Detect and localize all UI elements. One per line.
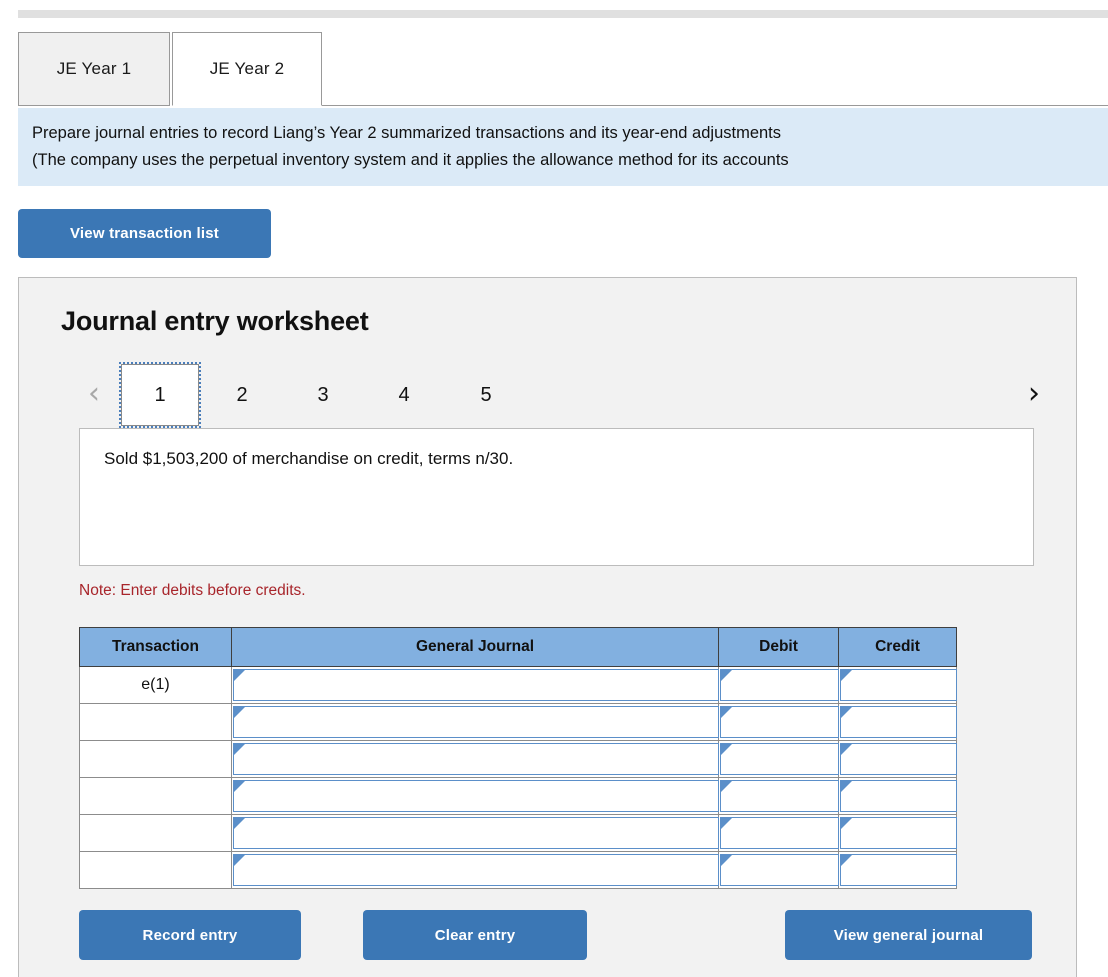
cell-credit[interactable]	[838, 851, 957, 889]
cell-debit[interactable]	[718, 777, 839, 815]
clear-entry-button[interactable]: Clear entry	[363, 910, 587, 960]
table-row	[79, 703, 957, 741]
general-journal-select[interactable]	[233, 669, 719, 701]
cell-general-journal[interactable]	[231, 851, 719, 889]
pager-page-3[interactable]: 3	[284, 364, 362, 426]
cell-debit[interactable]	[718, 814, 839, 852]
cell-general-journal[interactable]	[231, 777, 719, 815]
chevron-right-icon[interactable]: ›	[1017, 372, 1051, 416]
table-header-row: Transaction General Journal Debit Credit	[79, 627, 957, 667]
debit-input[interactable]	[720, 743, 839, 775]
general-journal-select[interactable]	[233, 706, 719, 738]
debit-input[interactable]	[720, 706, 839, 738]
column-header-credit: Credit	[838, 627, 957, 667]
tab-je-year-2-label: JE Year 2	[209, 59, 285, 78]
general-journal-select[interactable]	[233, 780, 719, 812]
cell-credit[interactable]	[838, 777, 957, 815]
credit-input[interactable]	[840, 854, 957, 886]
debit-input[interactable]	[720, 780, 839, 812]
general-journal-select[interactable]	[233, 817, 719, 849]
credit-input[interactable]	[840, 817, 957, 849]
column-header-general-journal: General Journal	[231, 627, 719, 667]
chevron-left-icon[interactable]: ‹	[77, 372, 111, 416]
journal-entry-table: Transaction General Journal Debit Credit…	[79, 627, 957, 889]
cell-transaction	[79, 851, 232, 889]
tab-je-year-1-label: JE Year 1	[56, 59, 132, 78]
cell-general-journal[interactable]	[231, 703, 719, 741]
view-transaction-list-button[interactable]: View transaction list	[18, 209, 271, 258]
debits-before-credits-note: Note: Enter debits before credits.	[79, 582, 306, 599]
transaction-description-text: Sold $1,503,200 of merchandise on credit…	[104, 449, 514, 468]
pager-page-5[interactable]: 5	[447, 364, 525, 426]
cell-debit[interactable]	[718, 666, 839, 704]
cell-transaction	[79, 740, 232, 778]
top-divider-bar	[18, 10, 1108, 18]
table-row	[79, 814, 957, 852]
journal-entry-worksheet-panel: Journal entry worksheet ‹ 1 2 3 4 5 › So…	[18, 277, 1077, 977]
cell-credit[interactable]	[838, 814, 957, 852]
cell-general-journal[interactable]	[231, 814, 719, 852]
worksheet-pager: ‹ 1 2 3 4 5 ›	[61, 362, 1051, 428]
general-journal-select[interactable]	[233, 854, 719, 886]
view-general-journal-button[interactable]: View general journal	[785, 910, 1032, 960]
instructions-line-1: Prepare journal entries to record Liang’…	[32, 124, 782, 142]
cell-transaction	[79, 703, 232, 741]
debit-input[interactable]	[720, 854, 839, 886]
credit-input[interactable]	[840, 669, 957, 701]
general-journal-select[interactable]	[233, 743, 719, 775]
credit-input[interactable]	[840, 743, 957, 775]
table-row: e(1)	[79, 666, 957, 704]
column-header-debit: Debit	[718, 627, 839, 667]
credit-input[interactable]	[840, 780, 957, 812]
pager-page-1[interactable]: 1	[119, 362, 201, 428]
cell-debit[interactable]	[718, 740, 839, 778]
credit-input[interactable]	[840, 706, 957, 738]
debit-input[interactable]	[720, 817, 839, 849]
cell-general-journal[interactable]	[231, 666, 719, 704]
cell-credit[interactable]	[838, 740, 957, 778]
record-entry-button[interactable]: Record entry	[79, 910, 301, 960]
debit-input[interactable]	[720, 669, 839, 701]
cell-credit[interactable]	[838, 703, 957, 741]
cell-debit[interactable]	[718, 851, 839, 889]
instructions-panel: Prepare journal entries to record Liang’…	[18, 108, 1108, 186]
table-row	[79, 740, 957, 778]
cell-credit[interactable]	[838, 666, 957, 704]
table-row	[79, 851, 957, 889]
worksheet-title: Journal entry worksheet	[61, 306, 369, 336]
transaction-description-box: Sold $1,503,200 of merchandise on credit…	[79, 428, 1034, 566]
tab-je-year-1[interactable]: JE Year 1	[18, 32, 170, 106]
tab-strip: JE Year 1 JE Year 2	[0, 32, 1108, 108]
cell-transaction	[79, 814, 232, 852]
table-row	[79, 777, 957, 815]
cell-debit[interactable]	[718, 703, 839, 741]
column-header-transaction: Transaction	[79, 627, 232, 667]
cell-general-journal[interactable]	[231, 740, 719, 778]
pager-page-4[interactable]: 4	[365, 364, 443, 426]
pager-page-2[interactable]: 2	[203, 364, 281, 426]
cell-transaction: e(1)	[79, 666, 232, 704]
instructions-line-2: (The company uses the perpetual inventor…	[32, 151, 789, 169]
tab-strip-baseline	[322, 105, 1108, 106]
cell-transaction	[79, 777, 232, 815]
tab-je-year-2[interactable]: JE Year 2	[172, 32, 322, 106]
